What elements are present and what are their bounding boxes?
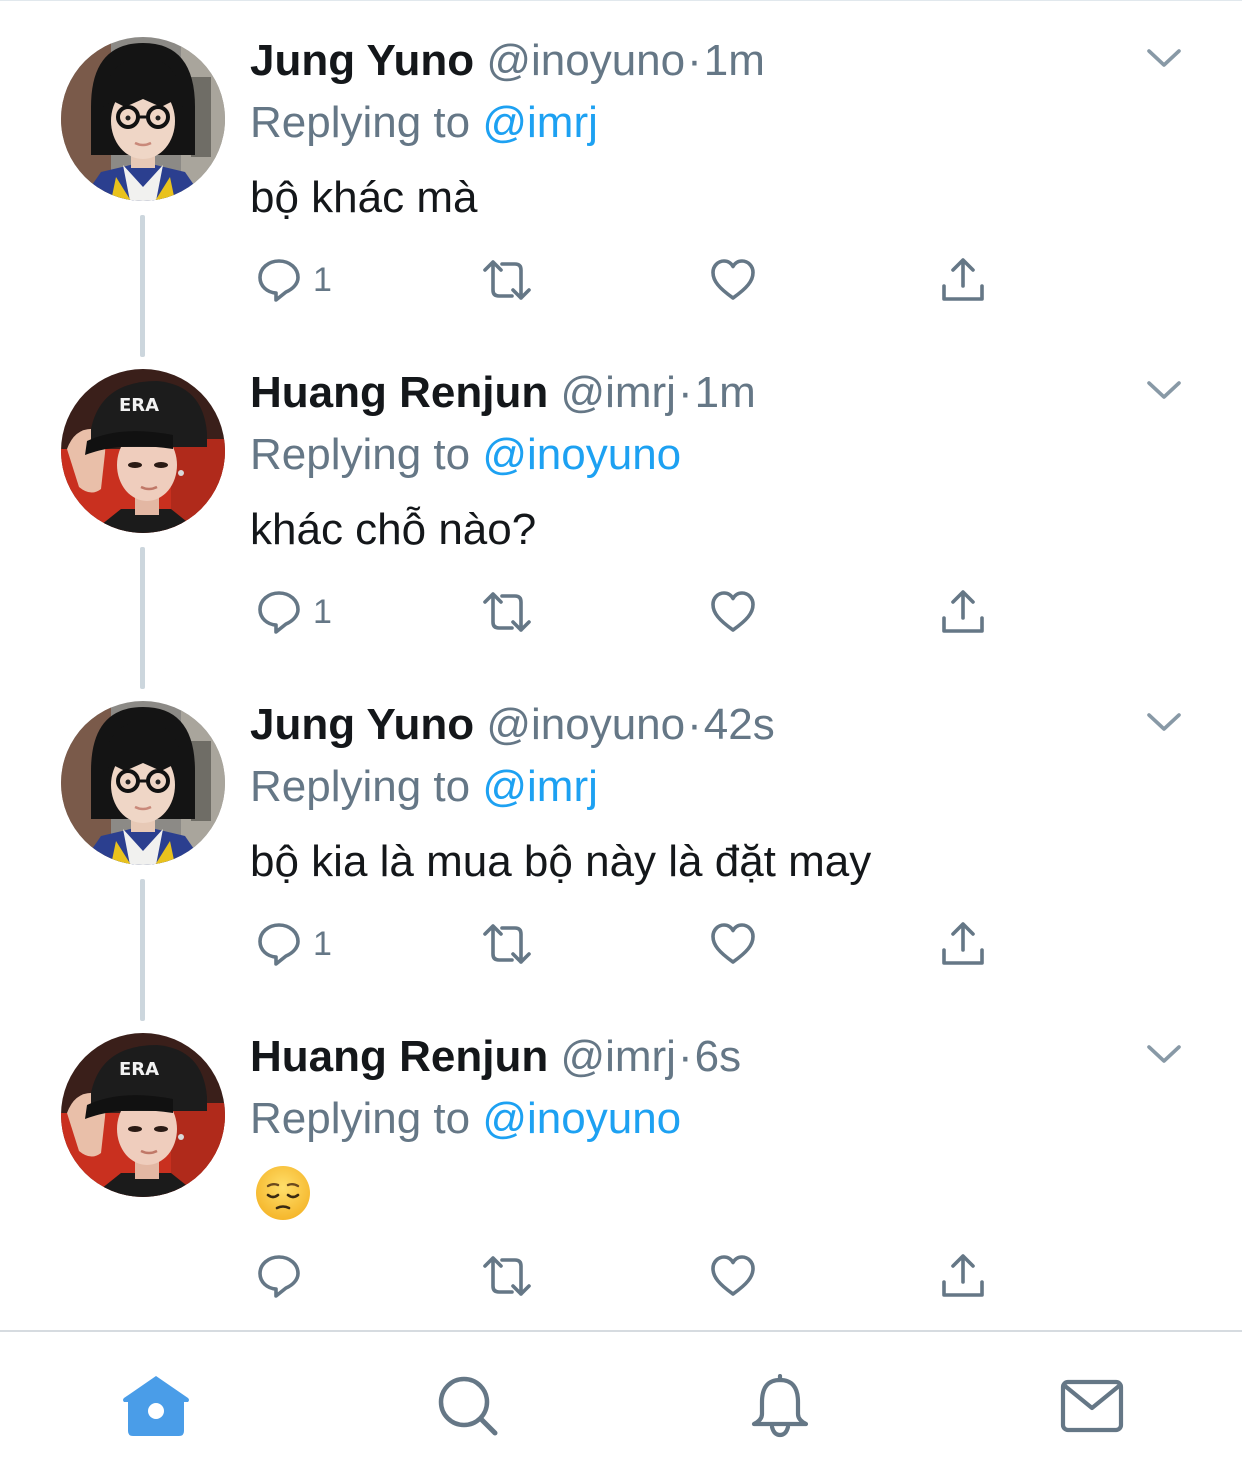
like-button[interactable] [709, 252, 757, 308]
share-icon [939, 920, 987, 968]
mail-icon [1060, 1379, 1124, 1433]
separator-dot: · [687, 36, 702, 85]
huang-renjun-avatar[interactable] [61, 369, 225, 533]
retweet-button[interactable] [479, 252, 535, 308]
display-name[interactable]: Huang Renjun [250, 1032, 548, 1081]
timestamp[interactable]: 6s [695, 1032, 741, 1081]
replying-to-label: Replying to [250, 430, 483, 479]
reply-count: 1 [313, 261, 332, 299]
handle[interactable]: @imrj [560, 1032, 676, 1081]
tab-notifications[interactable] [740, 1366, 820, 1446]
bottom-tab-bar [0, 1330, 1242, 1479]
tweet-thread: Jung Yuno @inoyuno·1m Replying to @imrj … [0, 0, 1242, 1330]
like-button[interactable] [709, 916, 757, 972]
tweet-text: khác chỗ nào? [250, 505, 537, 554]
tweet-text: bộ khác mà [250, 173, 478, 222]
tweet[interactable]: Jung Yuno @inoyuno·1m Replying to @imrj … [0, 0, 1242, 357]
tweet-actions [0, 1248, 1242, 1304]
search-icon [438, 1376, 498, 1436]
tweet-text: bộ kia là mua bộ này là đặt may [250, 837, 872, 886]
tab-search[interactable] [428, 1366, 508, 1446]
handle[interactable]: @imrj [560, 368, 676, 417]
replying-to-handle[interactable]: @imrj [482, 762, 598, 811]
reply-count: 1 [313, 925, 332, 963]
separator-dot: · [677, 1032, 693, 1081]
reply-icon [255, 1252, 303, 1300]
share-icon [939, 1252, 987, 1300]
share-icon [939, 588, 987, 636]
separator-dot: · [677, 368, 693, 417]
retweet-icon [479, 588, 535, 636]
handle[interactable]: @inoyuno [486, 36, 685, 85]
like-button[interactable] [709, 584, 757, 640]
tab-messages[interactable] [1052, 1366, 1132, 1446]
chevron-down-icon[interactable] [1146, 710, 1182, 734]
replying-to-handle[interactable]: @imrj [482, 98, 598, 147]
retweet-icon [479, 920, 535, 968]
replying-to-handle[interactable]: @inoyuno [482, 1094, 681, 1143]
timestamp[interactable]: 1m [695, 368, 756, 417]
display-name[interactable]: Jung Yuno [250, 700, 474, 749]
retweet-button[interactable] [479, 916, 535, 972]
retweet-icon [479, 256, 535, 304]
chevron-down-icon[interactable] [1146, 1042, 1182, 1066]
reply-icon [255, 588, 303, 636]
reply-count: 1 [313, 593, 332, 631]
reply-button[interactable]: 1 [255, 584, 332, 640]
heart-icon [709, 588, 757, 636]
tab-home[interactable] [116, 1366, 196, 1446]
heart-icon [709, 1252, 757, 1300]
home-icon [123, 1376, 189, 1436]
display-name[interactable]: Huang Renjun [250, 368, 548, 417]
reply-button[interactable]: 1 [255, 916, 332, 972]
tweet-actions: 1 [0, 252, 1242, 308]
replying-to: Replying to @inoyuno [250, 1092, 681, 1146]
heart-icon [709, 920, 757, 968]
replying-to-label: Replying to [250, 1094, 483, 1143]
heart-icon [709, 256, 757, 304]
share-button[interactable] [939, 916, 987, 972]
tweet-header: Jung Yuno @inoyuno·42s [250, 698, 775, 752]
replying-to: Replying to @imrj [250, 760, 598, 814]
timestamp[interactable]: 42s [704, 700, 775, 749]
replying-to: Replying to @imrj [250, 96, 598, 150]
replying-to-label: Replying to [250, 762, 483, 811]
replying-to-label: Replying to [250, 98, 483, 147]
like-button[interactable] [709, 1248, 757, 1304]
pensive-face-emoji [254, 1164, 312, 1222]
tweet[interactable]: Huang Renjun @imrj·1m Replying to @inoyu… [0, 332, 1242, 689]
chevron-down-icon[interactable] [1146, 46, 1182, 70]
retweet-icon [479, 1252, 535, 1300]
jung-yuno-avatar[interactable] [61, 701, 225, 865]
jung-yuno-avatar[interactable] [61, 37, 225, 201]
share-icon [939, 256, 987, 304]
tweet[interactable]: Jung Yuno @inoyuno·42s Replying to @imrj… [0, 664, 1242, 1021]
chevron-down-icon[interactable] [1146, 378, 1182, 402]
tweet-actions: 1 [0, 584, 1242, 640]
share-button[interactable] [939, 252, 987, 308]
tweet-actions: 1 [0, 916, 1242, 972]
huang-renjun-avatar[interactable] [61, 1033, 225, 1197]
share-button[interactable] [939, 1248, 987, 1304]
timestamp[interactable]: 1m [704, 36, 765, 85]
tweet[interactable]: Huang Renjun @imrj·6s Replying to @inoyu… [0, 996, 1242, 1328]
handle[interactable]: @inoyuno [486, 700, 685, 749]
replying-to-handle[interactable]: @inoyuno [482, 430, 681, 479]
separator-dot: · [687, 700, 702, 749]
tweet-header: Huang Renjun @imrj·6s [250, 1030, 741, 1084]
tweet-header: Jung Yuno @inoyuno·1m [250, 34, 765, 88]
share-button[interactable] [939, 584, 987, 640]
reply-icon [255, 256, 303, 304]
replying-to: Replying to @inoyuno [250, 428, 681, 482]
bell-icon [751, 1374, 809, 1438]
retweet-button[interactable] [479, 1248, 535, 1304]
reply-button[interactable] [255, 1248, 303, 1304]
reply-icon [255, 920, 303, 968]
retweet-button[interactable] [479, 584, 535, 640]
tweet-header: Huang Renjun @imrj·1m [250, 366, 756, 420]
display-name[interactable]: Jung Yuno [250, 36, 474, 85]
reply-button[interactable]: 1 [255, 252, 332, 308]
